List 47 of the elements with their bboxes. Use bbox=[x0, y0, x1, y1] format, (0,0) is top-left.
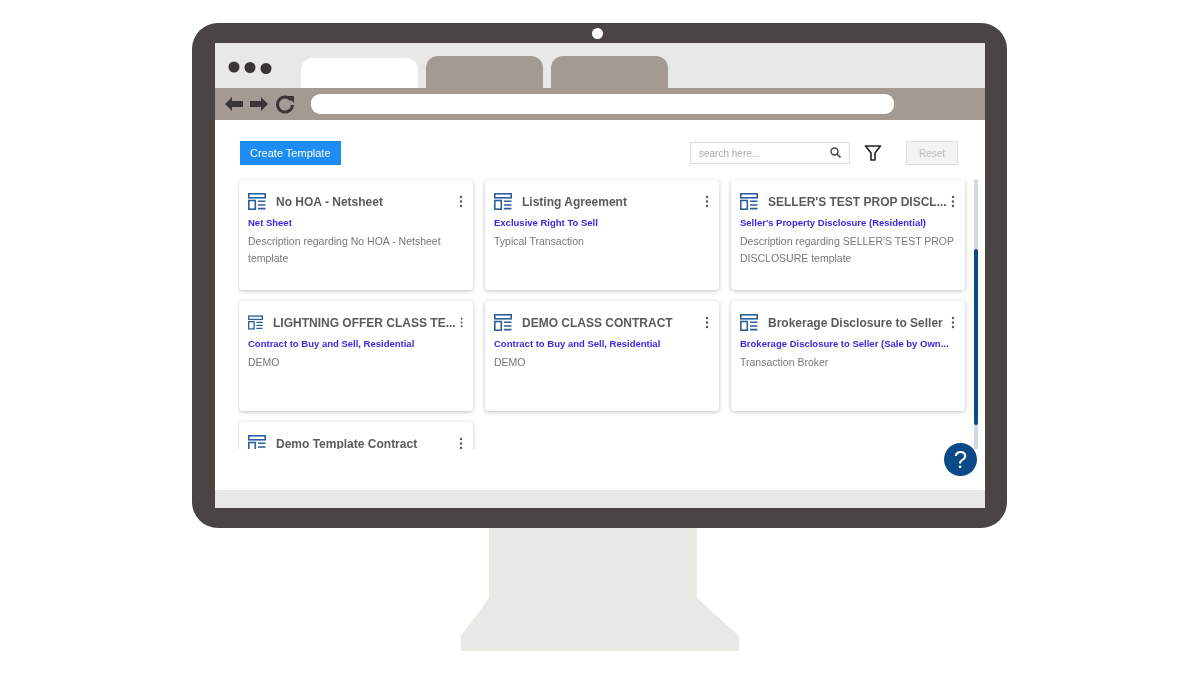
more-options-icon[interactable] bbox=[459, 195, 463, 208]
template-card[interactable]: LIGHTNING OFFER CLASS TE... Contract to Buy and Sell, Residential DEMO bbox=[239, 301, 473, 411]
search-icon bbox=[830, 147, 841, 158]
card-description: Typical Transaction bbox=[494, 234, 585, 249]
more-options-icon[interactable] bbox=[951, 316, 955, 329]
template-card[interactable]: SELLER'S TEST PROP DISCL... Seller's Property Disclosure (Residential) Description regarding SELLER'S TEST PROP DISCLOSURE template bbox=[731, 180, 965, 290]
card-title: LIGHTNING OFFER CLASS TE... bbox=[273, 315, 456, 330]
card-description: Description regarding No HOA - Netsheet template bbox=[248, 234, 442, 266]
more-options-icon[interactable] bbox=[459, 316, 463, 329]
back-arrow-icon[interactable] bbox=[225, 97, 243, 111]
form-name: Contract to Buy and Sell, Residential bbox=[248, 338, 416, 349]
form-name: Brokerage Disclosure to Seller (Sale by Own... bbox=[740, 338, 950, 349]
form-name: Contract to Buy and Sell, Residential bbox=[494, 338, 662, 349]
template-icon bbox=[248, 314, 263, 331]
more-options-icon[interactable] bbox=[459, 437, 463, 449]
card-description: DEMO bbox=[494, 355, 527, 370]
more-options-icon[interactable] bbox=[951, 195, 955, 208]
scrollbar-thumb[interactable] bbox=[974, 249, 978, 425]
forward-arrow-icon[interactable] bbox=[250, 97, 268, 111]
template-icon bbox=[740, 193, 758, 210]
template-card[interactable]: Listing Agreement Exclusive Right To Sell Typical Transaction bbox=[485, 180, 719, 290]
card-description: Description regarding SELLER'S TEST PROP DISCLOSURE template bbox=[740, 234, 955, 266]
card-description: DEMO bbox=[248, 355, 281, 370]
template-icon bbox=[740, 314, 758, 331]
search-field[interactable]: search here... bbox=[690, 142, 850, 164]
template-icon bbox=[494, 193, 512, 210]
template-card[interactable]: No HOA - Netsheet Net Sheet Description regarding No HOA - Netsheet template bbox=[239, 180, 473, 290]
template-icon bbox=[248, 193, 266, 210]
camera-icon bbox=[592, 28, 603, 39]
more-options-icon[interactable] bbox=[705, 195, 709, 208]
card-title: No HOA - Netsheet bbox=[276, 194, 384, 209]
template-card[interactable]: DEMO CLASS CONTRACT Contract to Buy and Sell, Residential DEMO bbox=[485, 301, 719, 411]
form-name: Seller's Property Disclosure (Residential) bbox=[740, 217, 927, 228]
card-title: Brokerage Disclosure to Seller bbox=[768, 315, 944, 330]
template-icon bbox=[494, 314, 512, 331]
help-button[interactable]: ? bbox=[944, 443, 977, 476]
more-options-icon[interactable] bbox=[705, 316, 709, 329]
filter-icon[interactable] bbox=[864, 144, 882, 162]
card-description: Transaction Broker bbox=[740, 355, 830, 370]
card-title: DEMO CLASS CONTRACT bbox=[522, 315, 674, 330]
card-title: SELLER'S TEST PROP DISCL... bbox=[768, 194, 947, 209]
form-name: Net Sheet bbox=[248, 217, 293, 228]
card-title: Listing Agreement bbox=[522, 194, 628, 209]
reload-icon[interactable] bbox=[275, 94, 295, 114]
template-card[interactable]: Brokerage Disclosure to Seller Brokerage Disclosure to Seller (Sale by Own... Transaction Broker bbox=[731, 301, 965, 411]
template-icon bbox=[248, 435, 266, 449]
form-name: Exclusive Right To Sell bbox=[494, 217, 599, 228]
